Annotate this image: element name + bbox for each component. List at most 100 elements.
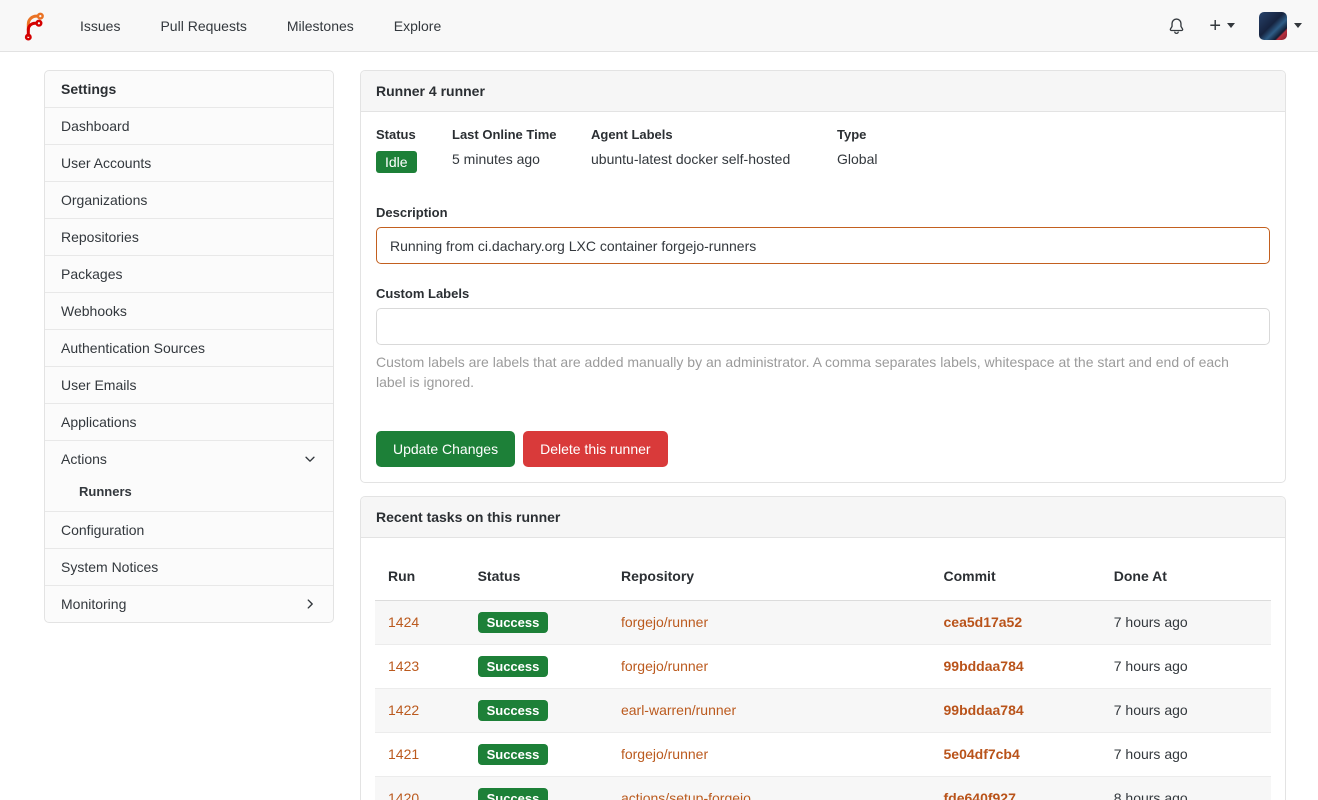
user-menu[interactable] <box>1259 12 1302 40</box>
done-at-value: 7 hours ago <box>1114 658 1188 674</box>
status-badge: Success <box>478 744 549 765</box>
sidebar-item-system-notices[interactable]: System Notices <box>45 548 333 585</box>
last-online-value: 5 minutes ago <box>452 151 571 167</box>
sidebar-title: Settings <box>45 71 333 107</box>
tasks-table: Run Status Repository Commit Done At 142… <box>375 552 1271 800</box>
nav-links: Issues Pull Requests Milestones Explore <box>80 18 441 34</box>
done-at-value: 7 hours ago <box>1114 702 1188 718</box>
table-row: 1423 Success forgejo/runner 99bddaa784 7… <box>375 644 1271 688</box>
description-label: Description <box>376 205 1270 220</box>
sidebar-item-packages[interactable]: Packages <box>45 255 333 292</box>
status-label: Status <box>376 127 432 142</box>
column-header-run: Run <box>375 552 465 601</box>
delete-runner-button[interactable]: Delete this runner <box>523 431 668 467</box>
commit-link[interactable]: fde640f927 <box>944 790 1016 800</box>
status-badge: Idle <box>376 151 417 173</box>
create-new-dropdown[interactable]: + <box>1209 16 1235 36</box>
agent-labels-value: ubuntu-latest docker self-hosted <box>591 151 817 167</box>
run-link[interactable]: 1423 <box>388 658 419 674</box>
column-header-commit: Commit <box>931 552 1101 601</box>
runner-panel-body: Status Idle Last Online Time 5 minutes a… <box>361 112 1285 482</box>
sidebar-item-repositories[interactable]: Repositories <box>45 218 333 255</box>
status-badge: Success <box>478 700 549 721</box>
status-badge: Success <box>478 612 549 633</box>
sidebar-item-webhooks[interactable]: Webhooks <box>45 292 333 329</box>
description-input[interactable] <box>376 227 1270 264</box>
status-badge: Success <box>478 656 549 677</box>
sidebar-item-configuration[interactable]: Configuration <box>45 511 333 548</box>
type-value: Global <box>837 151 877 167</box>
plus-icon: + <box>1209 16 1221 36</box>
sidebar-item-runners[interactable]: Runners <box>45 477 333 511</box>
repository-link[interactable]: actions/setup-forgejo <box>621 790 751 800</box>
table-row: 1420 Success actions/setup-forgejo fde64… <box>375 776 1271 800</box>
type-label: Type <box>837 127 877 142</box>
repository-link[interactable]: forgejo/runner <box>621 746 708 762</box>
sidebar-item-actions[interactable]: Actions <box>45 441 333 477</box>
table-row: 1421 Success forgejo/runner 5e04df7cb4 7… <box>375 732 1271 776</box>
custom-labels-help-text: Custom labels are labels that are added … <box>376 352 1256 393</box>
runner-edit-form: Description Custom Labels Custom labels … <box>376 205 1270 467</box>
recent-tasks-panel: Recent tasks on this runner Run Status R… <box>360 496 1286 800</box>
forgejo-logo-icon[interactable] <box>18 11 48 41</box>
sidebar-item-authentication-sources[interactable]: Authentication Sources <box>45 329 333 366</box>
chevron-down-icon <box>1227 23 1235 28</box>
custom-labels-field-group: Custom Labels Custom labels are labels t… <box>376 286 1270 393</box>
sidebar-item-monitoring[interactable]: Monitoring <box>45 585 333 622</box>
top-navbar: Issues Pull Requests Milestones Explore … <box>0 0 1318 52</box>
repository-link[interactable]: earl-warren/runner <box>621 702 736 718</box>
repository-link[interactable]: forgejo/runner <box>621 614 708 630</box>
repository-link[interactable]: forgejo/runner <box>621 658 708 674</box>
nav-link-milestones[interactable]: Milestones <box>287 18 354 34</box>
runner-info-row: Status Idle Last Online Time 5 minutes a… <box>376 127 1270 173</box>
done-at-value: 7 hours ago <box>1114 746 1188 762</box>
done-at-value: 8 hours ago <box>1114 790 1188 800</box>
nav-link-pull-requests[interactable]: Pull Requests <box>160 18 246 34</box>
sidebar-item-organizations[interactable]: Organizations <box>45 181 333 218</box>
notifications-bell-icon[interactable] <box>1168 17 1185 35</box>
sidebar-group-actions: Actions Runners <box>45 440 333 511</box>
chevron-down-icon <box>303 452 317 466</box>
commit-link[interactable]: 99bddaa784 <box>944 658 1024 674</box>
chevron-down-icon <box>1294 23 1302 28</box>
run-link[interactable]: 1424 <box>388 614 419 630</box>
sidebar-item-user-emails[interactable]: User Emails <box>45 366 333 403</box>
tasks-table-header-row: Run Status Repository Commit Done At <box>375 552 1271 601</box>
table-row: 1424 Success forgejo/runner cea5d17a52 7… <box>375 600 1271 644</box>
page-container: Settings Dashboard User Accounts Organiz… <box>0 52 1318 800</box>
sidebar-item-actions-label: Actions <box>61 451 107 467</box>
form-buttons-row: Update Changes Delete this runner <box>376 431 1270 467</box>
runner-type-col: Type Global <box>837 127 877 173</box>
custom-labels-input[interactable] <box>376 308 1270 345</box>
commit-link[interactable]: 5e04df7cb4 <box>944 746 1020 762</box>
runner-status-col: Status Idle <box>376 127 432 173</box>
column-header-repository: Repository <box>608 552 931 601</box>
description-field-group: Description <box>376 205 1270 264</box>
run-link[interactable]: 1422 <box>388 702 419 718</box>
nav-link-explore[interactable]: Explore <box>394 18 441 34</box>
avatar <box>1259 12 1287 40</box>
run-link[interactable]: 1421 <box>388 746 419 762</box>
status-badge: Success <box>478 788 549 800</box>
sidebar-item-user-accounts[interactable]: User Accounts <box>45 144 333 181</box>
commit-link[interactable]: cea5d17a52 <box>944 614 1023 630</box>
update-changes-button[interactable]: Update Changes <box>376 431 515 467</box>
runner-detail-panel: Runner 4 runner Status Idle Last Online … <box>360 70 1286 483</box>
runner-last-online-col: Last Online Time 5 minutes ago <box>452 127 571 173</box>
last-online-label: Last Online Time <box>452 127 571 142</box>
runner-agent-labels-col: Agent Labels ubuntu-latest docker self-h… <box>591 127 817 173</box>
done-at-value: 7 hours ago <box>1114 614 1188 630</box>
custom-labels-label: Custom Labels <box>376 286 1270 301</box>
column-header-status: Status <box>465 552 608 601</box>
runner-panel-title: Runner 4 runner <box>361 71 1285 112</box>
sidebar-item-dashboard[interactable]: Dashboard <box>45 107 333 144</box>
recent-tasks-title: Recent tasks on this runner <box>361 497 1285 538</box>
nav-link-issues[interactable]: Issues <box>80 18 120 34</box>
run-link[interactable]: 1420 <box>388 790 419 800</box>
sidebar-item-monitoring-label: Monitoring <box>61 596 126 612</box>
sidebar-item-applications[interactable]: Applications <box>45 403 333 440</box>
commit-link[interactable]: 99bddaa784 <box>944 702 1024 718</box>
main-content: Runner 4 runner Status Idle Last Online … <box>360 70 1286 800</box>
nav-right-group: + <box>1168 12 1302 40</box>
column-header-done-at: Done At <box>1101 552 1271 601</box>
